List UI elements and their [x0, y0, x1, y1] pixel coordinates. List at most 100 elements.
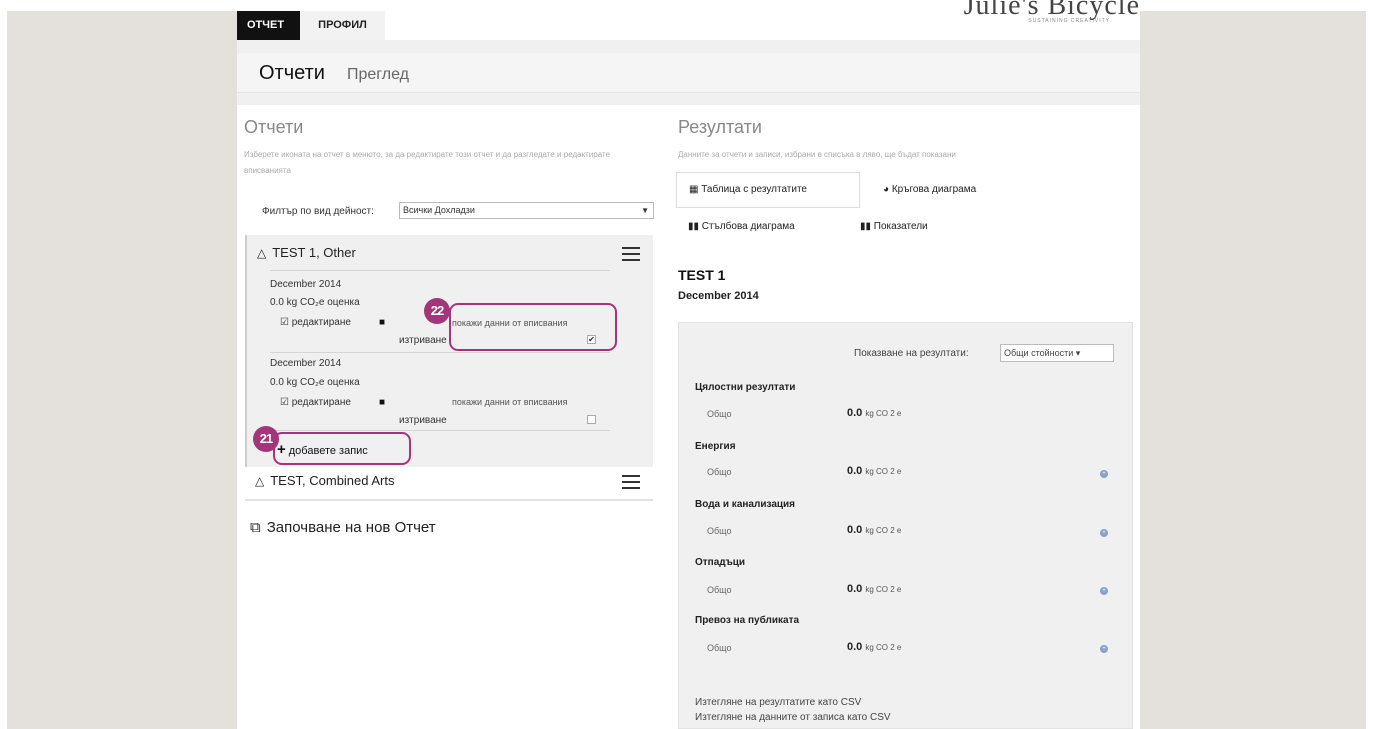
category-title: Цялостни резултати [695, 382, 796, 393]
new-report-label: Започване на нов Отчет [266, 519, 436, 536]
value-unit: kg CO 2 e [865, 643, 902, 652]
value-number: 0.0 [847, 407, 863, 419]
category-value: 0.0 kg CO 2 e [847, 407, 901, 419]
chevron-down-icon: ▼ [641, 206, 649, 215]
value-number: 0.0 [847, 641, 863, 653]
callout-highlight-22 [449, 303, 617, 351]
expand-icon[interactable]: + [1100, 470, 1108, 478]
tab-label: Показатели [873, 221, 928, 232]
divider [245, 499, 653, 501]
category-value: 0.0 kg CO 2 e [847, 465, 901, 477]
category-value: 0.0 kg CO 2 e [847, 641, 901, 653]
value-unit: kg CO 2 e [865, 585, 902, 594]
bar-chart-icon: ▮▮ [860, 221, 874, 232]
value-unit: kg CO 2 e [865, 526, 902, 535]
value-number: 0.0 [847, 465, 863, 477]
hamburger-menu-icon[interactable] [622, 247, 640, 261]
chevron-down-icon: ▾ [1075, 348, 1081, 358]
entry-date: December 2014 [270, 279, 342, 290]
entry-co2-estimate: 0.0 kg CO₂e оценка [270, 297, 360, 308]
callout-badge-22: 22 [424, 298, 450, 324]
edit-icon: ☑ [280, 397, 292, 408]
category-title: Отпадъци [695, 557, 746, 568]
expand-icon[interactable]: + [1100, 587, 1108, 595]
trash-icon[interactable]: ■ [379, 397, 385, 408]
reports-panel-description: Изберете иконата на отчет в менюто, за д… [244, 150, 611, 175]
tab-profile[interactable]: ПРОФИЛ [300, 11, 385, 40]
category-value: 0.0 kg CO 2 e [847, 524, 901, 536]
category-total-label: Общо [707, 526, 732, 536]
results-report-date: December 2014 [678, 290, 759, 302]
divider [270, 430, 610, 431]
category-total-label: Общо [707, 585, 732, 595]
tab-pie-chart[interactable]: ◕ Кръгова диаграма [883, 184, 976, 195]
report-title[interactable]: △ TEST 1, Other [257, 245, 356, 260]
edit-entry-link[interactable]: ☑ редактиране [280, 397, 351, 408]
trash-icon[interactable]: ■ [379, 317, 385, 328]
value-number: 0.0 [847, 524, 863, 536]
category-total-label: Общо [707, 409, 732, 419]
page-title-bar: Отчети Преглед [237, 53, 1140, 93]
activity-filter-value: Всички Дохладзи [403, 205, 475, 215]
bar-chart-icon: ▮▮ [688, 221, 702, 232]
category-total-label: Общо [707, 467, 732, 477]
report-title-text: TEST, Combined Arts [270, 473, 395, 488]
tab-indicators[interactable]: ▮▮ Показатели [860, 221, 928, 232]
category-title: Енергия [695, 441, 736, 452]
new-document-icon: ⧉ [250, 519, 261, 536]
activity-filter-label: Филтър по вид дейност: [262, 206, 374, 217]
brand-logo[interactable]: Julie's Bicycle SUSTAINING CREATIVITY [964, 0, 1140, 24]
show-entry-data-label: покажи данни от вписвания [452, 397, 568, 407]
edit-icon: ☑ [280, 317, 292, 328]
value-unit: kg CO 2 e [865, 467, 902, 476]
delete-entry-link[interactable]: изтриване [399, 415, 447, 426]
show-results-label: Показване на резултати: [854, 348, 969, 359]
entry-co2-estimate: 0.0 kg CO₂e оценка [270, 377, 360, 388]
activity-filter-select[interactable]: Всички Дохладзи ▼ [399, 202, 654, 219]
category-total-label: Общо [707, 643, 732, 653]
expand-icon[interactable]: + [1100, 529, 1108, 537]
report-title-text: TEST 1, Other [272, 245, 356, 260]
edit-label: редактиране [291, 317, 351, 328]
page-title: Отчети [259, 62, 325, 84]
expand-icon[interactable]: + [1100, 645, 1108, 653]
show-results-value: Общи стойности [1004, 348, 1074, 358]
export-results-csv-link[interactable]: Изтегляне на резултатите като CSV [695, 697, 861, 708]
results-panel-title: Резултати [678, 117, 762, 137]
export-entries-csv-link[interactable]: Изтегляне на данните от записа като CSV [695, 712, 891, 723]
category-title: Вода и канализация [695, 499, 796, 510]
results-panel-description: Данните за отчети и записи, избрани в сп… [678, 150, 956, 159]
show-results-select[interactable]: Общи стойности ▾ [1000, 344, 1114, 362]
tab-label: Таблица с резултатите [701, 184, 807, 195]
divider [270, 352, 610, 353]
value-number: 0.0 [847, 583, 863, 595]
value-unit: kg CO 2 e [865, 409, 902, 418]
callout-highlight-21 [273, 432, 411, 465]
tab-label: Стълбова диаграма [701, 221, 795, 232]
divider [270, 270, 610, 271]
hamburger-menu-icon[interactable] [622, 475, 640, 489]
new-report-button[interactable]: ⧉ Започване на нов Отчет [250, 519, 436, 536]
tab-results-table[interactable]: ▦ Таблица с резултатите [676, 172, 860, 208]
tab-bar-chart[interactable]: ▮▮ Стълбова диаграма [688, 221, 795, 232]
entry-date: December 2014 [270, 358, 342, 369]
category-value: 0.0 kg CO 2 e [847, 583, 901, 595]
top-navigation: ОТЧЕТ ПРОФИЛ Julie's Bicycle SUSTAINING … [237, 0, 1140, 40]
report-title[interactable]: △ TEST, Combined Arts [255, 473, 395, 488]
triangle-warning-icon: △ [255, 474, 265, 488]
pie-chart-icon: ◕ [883, 184, 892, 195]
edit-label: редактиране [291, 397, 351, 408]
tab-report[interactable]: ОТЧЕТ [237, 11, 300, 40]
results-report-title: TEST 1 [678, 267, 726, 283]
show-entry-data-checkbox[interactable] [587, 415, 596, 424]
edit-entry-link[interactable]: ☑ редактиране [280, 317, 351, 328]
table-icon: ▦ [689, 184, 702, 195]
callout-badge-21: 21 [253, 426, 279, 452]
app-window: ОТЧЕТ ПРОФИЛ Julie's Bicycle SUSTAINING … [237, 0, 1140, 729]
tab-label: Кръгова диаграма [891, 184, 977, 195]
reports-panel-title: Отчети [244, 117, 304, 137]
triangle-warning-icon: △ [257, 246, 267, 260]
delete-entry-link[interactable]: изтриване [399, 335, 447, 346]
category-title: Превоз на публиката [695, 615, 800, 626]
page-subtitle: Преглед [347, 66, 409, 83]
